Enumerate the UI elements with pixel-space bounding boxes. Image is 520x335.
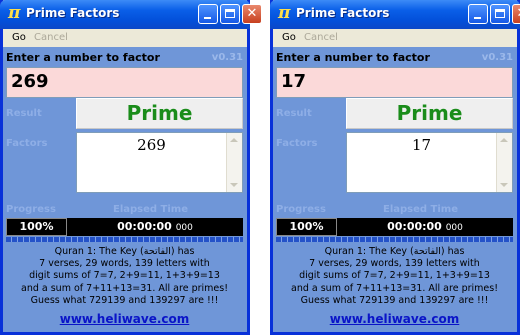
factors-label: Factors (6, 138, 48, 149)
result-value: Prime (76, 98, 243, 129)
factor-item: 269 (137, 136, 166, 154)
scroll-up-arrow-icon[interactable] (230, 138, 238, 142)
close-icon[interactable]: ✕ (242, 4, 262, 24)
quote-line: 7 verses, 29 words, 139 letters with (39, 258, 210, 270)
progress-blocks (6, 237, 243, 242)
minimize-icon[interactable] (198, 4, 218, 24)
pi-app-icon: π (278, 3, 291, 23)
factors-list[interactable]: 17 (346, 132, 513, 193)
maximize-icon[interactable] (490, 4, 510, 24)
factor-item: 17 (411, 136, 432, 154)
factors-scrollbar[interactable] (496, 133, 512, 192)
elapsed-time-label: Elapsed Time (383, 204, 458, 215)
quote-line: Quran 1: The Key (الفاتحة) has (54, 246, 195, 257)
menu-cancel[interactable]: Cancel (304, 29, 338, 47)
menu-go[interactable]: Go (282, 29, 296, 47)
scroll-down-arrow-icon[interactable] (230, 183, 238, 187)
maximize-icon[interactable] (220, 4, 240, 24)
input-prompt: Enter a number to factor (276, 51, 430, 64)
quote-line: 7 verses, 29 words, 139 letters with (309, 258, 480, 270)
prime-factors-window-1: π Prime Factors ✕ Go Cancel Enter a numb… (0, 0, 262, 335)
result-label: Result (6, 108, 42, 119)
quran-quote: Quran 1: The Key (الفاتحة) has 7 verses,… (6, 246, 243, 307)
factors-label: Factors (276, 138, 318, 149)
factors-list[interactable]: 269 (76, 132, 243, 193)
quote-line: Guess what 729139 and 139297 are !!! (30, 294, 219, 306)
elapsed-time-ms: 000 (175, 223, 193, 233)
menu-cancel[interactable]: Cancel (34, 29, 68, 47)
factors-scrollbar[interactable] (226, 133, 242, 192)
pi-app-icon: π (8, 3, 21, 23)
heliwave-link[interactable]: www.heliwave.com (276, 312, 513, 326)
quote-line: and a sum of 7+11+13=31. All are primes! (21, 282, 228, 294)
quote-line: digit sums of 7=7, 2+9=11, 1+3+9=13 (299, 270, 490, 282)
version-label: v0.31 (481, 52, 513, 63)
result-value: Prime (346, 98, 513, 129)
quran-quote: Quran 1: The Key (الفاتحة) has 7 verses,… (276, 246, 513, 307)
menu-go[interactable]: Go (12, 29, 26, 47)
elapsed-time-main: 00:00:00 (117, 220, 172, 233)
title-bar[interactable]: π Prime Factors ✕ (0, 0, 262, 29)
menu-bar: Go Cancel (273, 29, 517, 47)
elapsed-time-ms: 000 (445, 223, 463, 233)
quote-line: Guess what 729139 and 139297 are !!! (300, 294, 489, 306)
scroll-down-arrow-icon[interactable] (500, 183, 508, 187)
close-icon[interactable]: ✕ (512, 4, 520, 24)
prime-factors-window-2: π Prime Factors ✕ Go Cancel Enter a numb… (270, 0, 520, 335)
quote-line: digit sums of 7=7, 2+9=11, 1+3+9=13 (29, 270, 220, 282)
title-bar[interactable]: π Prime Factors ✕ (270, 0, 520, 29)
progress-label: Progress (276, 204, 326, 215)
minimize-icon[interactable] (468, 4, 488, 24)
progress-label: Progress (6, 204, 56, 215)
elapsed-time-main: 00:00:00 (387, 220, 442, 233)
quote-line: Quran 1: The Key (الفاتحة) has (324, 246, 465, 257)
progress-percent: 100% (6, 218, 67, 236)
window-title: Prime Factors (296, 6, 390, 20)
progress-panel: 100% 00:00:00 000 (6, 218, 243, 236)
version-label: v0.31 (211, 52, 243, 63)
number-input[interactable]: 17 (276, 67, 513, 98)
scroll-up-arrow-icon[interactable] (500, 138, 508, 142)
number-input[interactable]: 269 (6, 67, 243, 98)
progress-blocks (276, 237, 513, 242)
menu-bar: Go Cancel (3, 29, 247, 47)
quote-line: and a sum of 7+11+13=31. All are primes! (291, 282, 498, 294)
progress-percent: 100% (276, 218, 337, 236)
progress-panel: 100% 00:00:00 000 (276, 218, 513, 236)
result-label: Result (276, 108, 312, 119)
input-prompt: Enter a number to factor (6, 51, 160, 64)
elapsed-time: 00:00:00 000 (337, 218, 513, 236)
elapsed-time-label: Elapsed Time (113, 204, 188, 215)
heliwave-link[interactable]: www.heliwave.com (6, 312, 243, 326)
window-title: Prime Factors (26, 6, 120, 20)
elapsed-time: 00:00:00 000 (67, 218, 243, 236)
